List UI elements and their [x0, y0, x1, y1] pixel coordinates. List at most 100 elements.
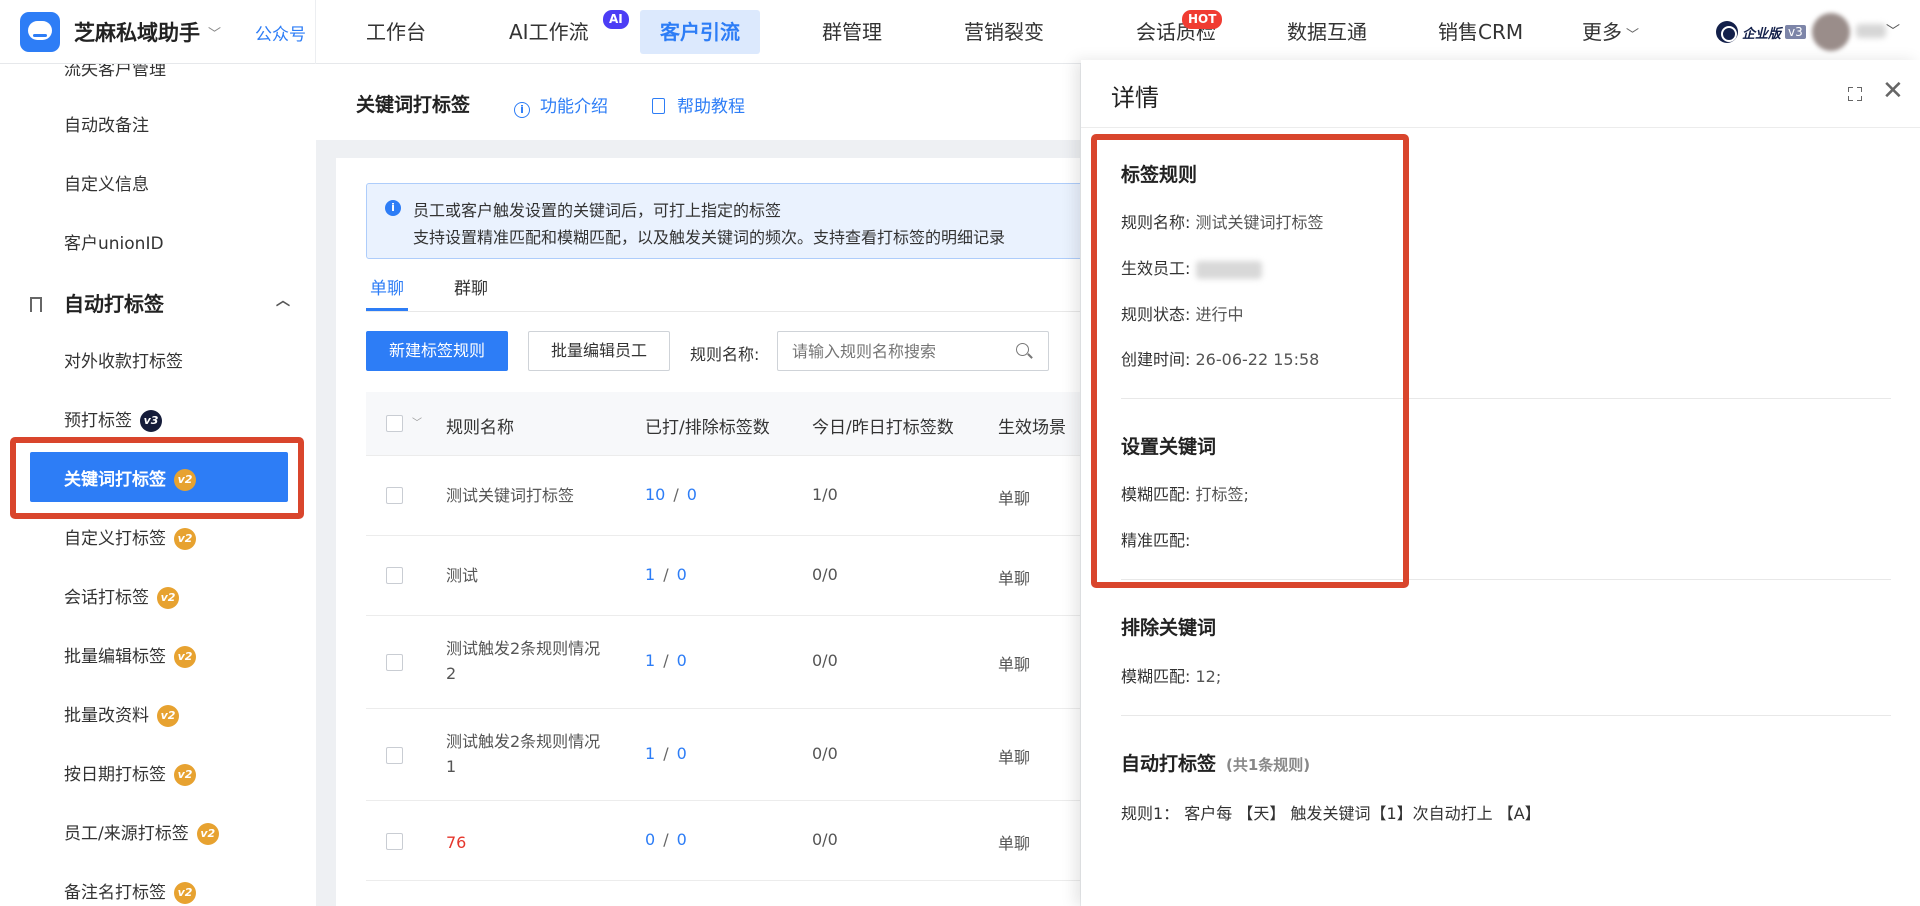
today-yesterday-count: 0/0: [812, 830, 838, 849]
nav-more[interactable]: 更多 ﹀: [1562, 10, 1659, 54]
column-header: 生效场景: [998, 418, 1066, 438]
divider: [1121, 715, 1891, 716]
edition-logo-icon: [1716, 21, 1738, 43]
row-checkbox[interactable]: [386, 747, 403, 764]
brand: 芝麻私域助手 ﹀ 公众号: [0, 0, 316, 64]
info-tip: i 员工或客户触发设置的关键词后，可打上指定的标签 支持设置精准匹配和模糊匹配，…: [366, 183, 1080, 259]
row-checkbox[interactable]: [386, 654, 403, 671]
v2-badge-icon: v2: [157, 587, 179, 609]
tip-line-1: 员工或客户触发设置的关键词后，可打上指定的标签: [413, 201, 782, 220]
edition-version: v3: [1785, 25, 1806, 39]
hot-badge: HOT: [1182, 10, 1223, 29]
table-row[interactable]: 76 0/0 0/0 单聊: [366, 801, 1080, 881]
row-checkbox[interactable]: [386, 487, 403, 504]
today-yesterday-count: 1/0: [812, 485, 838, 504]
sidebar-item-payment-tag[interactable]: 对外收款打标签: [64, 347, 183, 372]
chevron-down-icon[interactable]: ﹀: [208, 23, 221, 42]
rule-name[interactable]: 测试触发2条规则情况1: [446, 729, 606, 779]
rule-name[interactable]: 测试触发2条规则情况2: [446, 636, 606, 686]
select-all-checkbox[interactable]: [386, 415, 403, 432]
exclude-fuzzy-field: 模糊匹配: 12;: [1121, 667, 1222, 686]
rule-name-search-input[interactable]: [777, 331, 1049, 371]
ai-badge: AI: [603, 10, 629, 29]
rule-name[interactable]: 76: [446, 830, 606, 855]
sidebar-item-lost-customers[interactable]: 流失客户管理: [64, 64, 166, 80]
close-icon[interactable]: ✕: [1882, 78, 1904, 104]
today-yesterday-count: 0/0: [812, 565, 838, 584]
column-header: 已打/排除标签数: [645, 418, 770, 438]
nav-group-management[interactable]: 群管理: [802, 10, 902, 54]
tag-count[interactable]: 1/0: [645, 744, 687, 763]
nav-session-qc[interactable]: 会话质检 HOT: [1116, 10, 1236, 54]
nav-ai-workflow[interactable]: AI工作流 AI: [489, 10, 629, 54]
search-icon[interactable]: [1016, 343, 1029, 356]
sidebar-item-remark-tag[interactable]: 备注名打标签 v2: [64, 878, 196, 904]
sidebar-item-date-tag[interactable]: 按日期打标签 v2: [64, 760, 196, 786]
filter-label: 规则名称:: [690, 345, 760, 364]
tab-group-chat[interactable]: 群聊: [454, 274, 488, 299]
sidebar-item-pre-tag[interactable]: 预打标签 v3: [64, 406, 162, 432]
intro-link[interactable]: i 功能介绍: [514, 92, 608, 118]
table-row[interactable]: 测试触发2条规则情况2 1/0 0/0 单聊: [366, 616, 1080, 709]
app-name[interactable]: 芝麻私域助手: [74, 17, 200, 47]
tab-divider: [366, 311, 1080, 312]
chevron-down-icon[interactable]: ﹀: [1886, 21, 1900, 41]
sidebar-item-batch-edit-tag[interactable]: 批量编辑标签 v2: [64, 642, 196, 668]
tip-line-2: 支持设置精准匹配和模糊匹配，以及触发关键词的频次。支持查看打标签的明细记录: [413, 228, 1006, 247]
sidebar-item-staff-source-tag[interactable]: 员工/来源打标签 v2: [64, 819, 219, 845]
nav-marketing-fission[interactable]: 营销裂变: [944, 10, 1064, 54]
rule-name[interactable]: 测试: [446, 563, 606, 588]
tag-count[interactable]: 1/0: [645, 565, 687, 584]
sidebar-item-batch-edit-profile[interactable]: 批量改资料 v2: [64, 701, 179, 727]
sidebar-item-auto-remark[interactable]: 自动改备注: [64, 111, 149, 136]
nav-workbench[interactable]: 工作台: [346, 10, 446, 54]
scene: 单聊: [998, 489, 1031, 508]
chevron-down-icon: ﹀: [1626, 28, 1640, 43]
new-tag-rule-button[interactable]: 新建标签规则: [366, 331, 508, 371]
sidebar-item-custom-tag[interactable]: 自定义打标签 v2: [64, 524, 196, 550]
sidebar-item-session-tag[interactable]: 会话打标签 v2: [64, 583, 179, 609]
scene: 单聊: [998, 569, 1031, 588]
help-link[interactable]: 帮助教程: [652, 92, 745, 117]
today-yesterday-count: 0/0: [812, 651, 838, 670]
nav-data-sync[interactable]: 数据互通: [1267, 10, 1387, 54]
scene: 单聊: [998, 748, 1031, 767]
section-auto-tag-title: 自动打标签 (共1条规则): [1121, 753, 1311, 775]
drawer-title: 详情: [1111, 84, 1159, 112]
tag-count[interactable]: 10/0: [645, 485, 697, 504]
sidebar-item-custom-info[interactable]: 自定义信息: [64, 170, 149, 195]
tag-count[interactable]: 0/0: [645, 830, 687, 849]
sidebar-item-unionid[interactable]: 客户unionID: [64, 229, 164, 254]
chevron-down-icon[interactable]: ﹀: [412, 414, 422, 429]
tag-count[interactable]: 1/0: [645, 651, 687, 670]
auto-tag-rule: 规则1： 客户每 【天】 触发关键词【1】次自动打上 【A】: [1121, 804, 1541, 823]
top-bar: 芝麻私域助手 ﹀ 公众号 工作台 AI工作流 AI 客户引流 群管理 营销裂变 …: [0, 0, 1920, 64]
drawer-header: 详情 ✕: [1081, 60, 1920, 128]
rule-count: (共1条规则): [1226, 756, 1311, 774]
document-icon: [652, 98, 665, 114]
bookmark-icon: [30, 297, 42, 312]
table-row[interactable]: 测试关键词打标签 10/0 1/0 单聊: [366, 456, 1080, 536]
edition-badge[interactable]: 企业版 v3: [1716, 21, 1806, 43]
section-exclude-title: 排除关键词: [1121, 617, 1217, 639]
scene: 单聊: [998, 655, 1031, 674]
sidebar-group-auto-tag[interactable]: 自动打标签 ︿: [30, 288, 290, 317]
nav-customer-acquisition[interactable]: 客户引流: [640, 10, 760, 54]
account-link[interactable]: 公众号: [255, 20, 306, 45]
v2-badge-icon: v2: [174, 646, 196, 668]
table-row[interactable]: 测试触发2条规则情况1 1/0 0/0 单聊: [366, 709, 1080, 801]
column-header: 规则名称: [446, 418, 514, 438]
v2-badge-icon: v2: [157, 705, 179, 727]
row-checkbox[interactable]: [386, 833, 403, 850]
v2-badge-icon: v2: [174, 882, 196, 904]
table-row[interactable]: 测试 1/0 0/0 单聊: [366, 536, 1080, 616]
page-header: 关键词打标签 i 功能介绍 帮助教程: [316, 64, 1080, 140]
v3-badge-icon: v3: [140, 410, 162, 432]
row-checkbox[interactable]: [386, 567, 403, 584]
tab-single-chat[interactable]: 单聊: [370, 274, 404, 299]
expand-icon[interactable]: [1848, 87, 1862, 101]
batch-edit-staff-button[interactable]: 批量编辑员工: [528, 331, 670, 371]
nav-sales-crm[interactable]: 销售CRM: [1418, 10, 1543, 54]
avatar[interactable]: [1812, 13, 1850, 51]
rule-name[interactable]: 测试关键词打标签: [446, 483, 606, 508]
